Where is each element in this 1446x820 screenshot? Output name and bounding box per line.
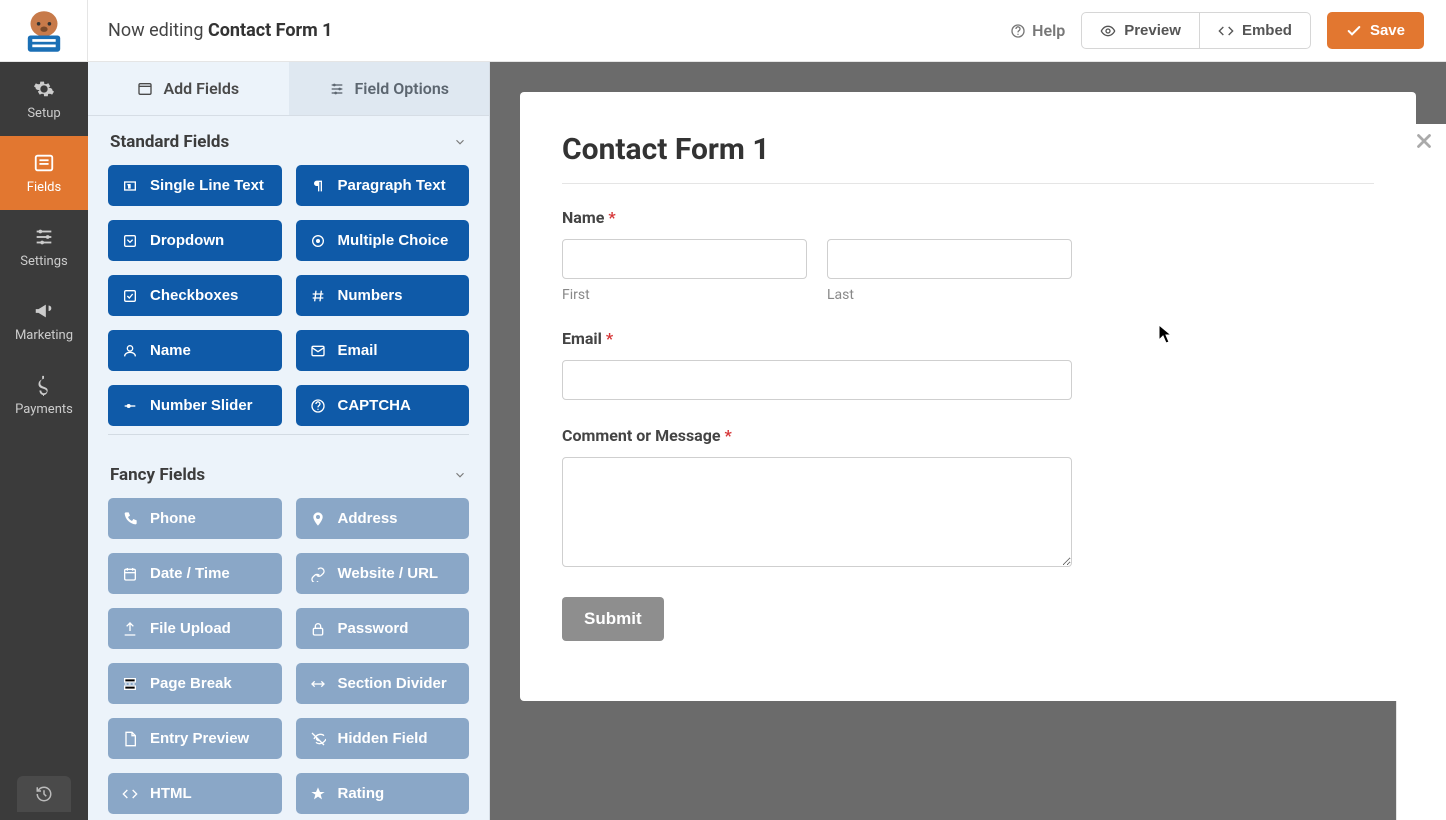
help-label: Help [1032,21,1065,40]
form-preview: Contact Form 1 Name* First Last [520,92,1416,701]
field-button[interactable]: Section Divider [296,663,470,704]
sliders-icon [33,226,55,248]
chevron-down-icon [453,468,467,482]
tab-field-options[interactable]: Field Options [289,62,490,115]
chevron-down-icon [453,135,467,149]
wpforms-logo-icon [17,8,71,54]
text-icon [122,178,138,194]
sidebar: Add Fields Field Options Standard Fields… [88,62,490,820]
embed-button[interactable]: Embed [1200,12,1311,49]
window-icon [137,81,153,97]
dollar-icon [33,374,55,396]
field-button[interactable]: CAPTCHA [296,385,470,426]
save-button[interactable]: Save [1327,12,1424,49]
paragraph-icon [310,178,326,194]
caret-square-icon [122,233,138,249]
label-comment: Comment or Message* [562,426,1374,445]
field-button[interactable]: Page Break [108,663,282,704]
eye-icon [1100,23,1116,39]
logo [0,0,88,62]
form-icon [33,152,55,174]
label-name: Name* [562,208,1374,227]
nav-payments[interactable]: Payments [0,358,88,432]
code-icon [122,786,138,802]
field-button[interactable]: Numbers [296,275,470,316]
topbar: Now editing Contact Form 1 Help Preview … [0,0,1446,62]
label-email: Email* [562,329,1374,348]
field-button[interactable]: Multiple Choice [296,220,470,261]
nav-setup[interactable]: Setup [0,62,88,136]
lock-icon [310,621,326,637]
code-icon [1218,23,1234,39]
group-header[interactable]: Standard Fields [108,116,469,165]
field-button[interactable]: Email [296,330,470,371]
form-title: Contact Form 1 [562,132,1374,167]
input-email[interactable] [562,360,1072,400]
field-button[interactable]: Checkboxes [108,275,282,316]
phone-icon [122,511,138,527]
field-button[interactable]: Dropdown [108,220,282,261]
gear-icon [33,78,55,100]
field-button[interactable]: Password [296,608,470,649]
help-link[interactable]: Help [1010,21,1065,40]
eye-off-icon [310,731,326,747]
link-icon [310,566,326,582]
field-button[interactable]: Date / Time [108,553,282,594]
field-button[interactable]: File Upload [108,608,282,649]
hash-icon [310,288,326,304]
nav-fields[interactable]: Fields [0,136,88,210]
history-icon [35,785,53,803]
calendar-icon [122,566,138,582]
field-button[interactable]: HTML [108,773,282,814]
tab-add-fields[interactable]: Add Fields [88,62,289,115]
sublabel-first: First [562,287,807,303]
divider-icon [310,676,326,692]
slider-icon [122,398,138,414]
nav-settings[interactable]: Settings [0,210,88,284]
nav-marketing[interactable]: Marketing [0,284,88,358]
field-button[interactable]: Phone [108,498,282,539]
field-button[interactable]: Address [296,498,470,539]
input-last-name[interactable] [827,239,1072,279]
star-icon [310,786,326,802]
radio-icon [310,233,326,249]
field-name[interactable]: Name* First Last [562,208,1374,303]
field-button[interactable]: Number Slider [108,385,282,426]
check-icon [1346,23,1362,39]
preview-button[interactable]: Preview [1081,12,1200,49]
submit-button[interactable]: Submit [562,597,664,641]
editing-prefix: Now editing [108,20,208,41]
field-comment[interactable]: Comment or Message* [562,426,1374,571]
input-first-name[interactable] [562,239,807,279]
field-button[interactable]: Name [108,330,282,371]
group-header[interactable]: Fancy Fields [108,449,469,498]
sublabel-last: Last [827,287,1072,303]
field-button[interactable]: Rating [296,773,470,814]
pin-icon [310,511,326,527]
help-icon [1010,23,1026,39]
left-nav: SetupFieldsSettingsMarketingPayments [0,62,88,820]
editing-label: Now editing Contact Form 1 [108,20,333,41]
canvas-area: Contact Form 1 Name* First Last [490,62,1446,820]
history-button[interactable] [17,776,71,812]
envelope-icon [310,343,326,359]
field-button[interactable]: Hidden Field [296,718,470,759]
user-icon [122,343,138,359]
field-email[interactable]: Email* [562,329,1374,400]
field-button[interactable]: Single Line Text [108,165,282,206]
field-button[interactable]: Paragraph Text [296,165,470,206]
question-icon [310,398,326,414]
file-icon [122,731,138,747]
input-comment[interactable] [562,457,1072,567]
sliders-icon [329,81,345,97]
pagebreak-icon [122,676,138,692]
field-button[interactable]: Entry Preview [108,718,282,759]
check-square-icon [122,288,138,304]
form-name: Contact Form 1 [208,20,333,41]
bullhorn-icon [33,300,55,322]
divider [562,183,1374,184]
field-button[interactable]: Website / URL [296,553,470,594]
upload-icon [122,621,138,637]
